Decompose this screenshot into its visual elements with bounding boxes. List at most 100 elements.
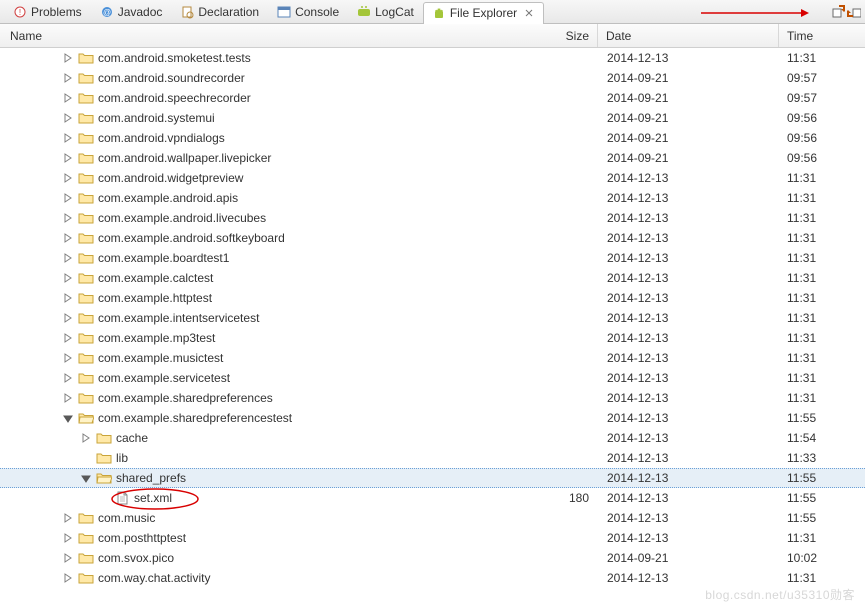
tab-console[interactable]: Console bbox=[268, 1, 348, 23]
tree-folder-row[interactable]: lib2014-12-1311:33 bbox=[0, 448, 865, 468]
declaration-icon bbox=[180, 5, 194, 19]
folder-icon bbox=[78, 311, 94, 325]
twisty-closed-icon[interactable] bbox=[62, 332, 74, 344]
twisty-closed-icon[interactable] bbox=[62, 512, 74, 524]
folder-icon bbox=[78, 71, 94, 85]
twisty-closed-icon[interactable] bbox=[62, 352, 74, 364]
pull-file-icon[interactable] bbox=[831, 5, 845, 19]
tree-folder-row[interactable]: cache2014-12-1311:54 bbox=[0, 428, 865, 448]
tab-problems[interactable]: !Problems bbox=[4, 1, 91, 23]
tree-folder-row[interactable]: com.example.mp3test2014-12-1311:31 bbox=[0, 328, 865, 348]
item-time: 11:31 bbox=[779, 351, 865, 365]
console-icon bbox=[277, 5, 291, 19]
item-name: com.example.mp3test bbox=[98, 331, 215, 345]
folder-icon bbox=[78, 131, 94, 145]
twisty-closed-icon[interactable] bbox=[62, 92, 74, 104]
item-name: com.example.sharedpreferencestest bbox=[98, 411, 292, 425]
twisty-closed-icon[interactable] bbox=[62, 212, 74, 224]
twisty-closed-icon[interactable] bbox=[62, 52, 74, 64]
item-date: 2014-12-13 bbox=[599, 331, 779, 345]
twisty-closed-icon[interactable] bbox=[62, 232, 74, 244]
tree-folder-row[interactable]: com.android.soundrecorder2014-09-2109:57 bbox=[0, 68, 865, 88]
twisty-closed-icon[interactable] bbox=[62, 572, 74, 584]
twisty-open-icon[interactable] bbox=[80, 472, 92, 484]
twisty-closed-icon[interactable] bbox=[62, 532, 74, 544]
twisty-closed-icon[interactable] bbox=[62, 392, 74, 404]
tree-folder-row[interactable]: com.example.android.softkeyboard2014-12-… bbox=[0, 228, 865, 248]
item-name: com.example.android.apis bbox=[98, 191, 238, 205]
item-time: 09:57 bbox=[779, 91, 865, 105]
tab-declaration[interactable]: Declaration bbox=[171, 1, 268, 23]
twisty-closed-icon[interactable] bbox=[62, 272, 74, 284]
twisty-closed-icon[interactable] bbox=[62, 72, 74, 84]
twisty-closed-icon[interactable] bbox=[62, 172, 74, 184]
tree-folder-row[interactable]: com.android.smoketest.tests2014-12-1311:… bbox=[0, 48, 865, 68]
twisty-closed-icon[interactable] bbox=[62, 132, 74, 144]
item-name: com.example.intentservicetest bbox=[98, 311, 259, 325]
twisty-closed-icon[interactable] bbox=[62, 152, 74, 164]
item-time: 11:31 bbox=[779, 251, 865, 265]
tree-folder-row[interactable]: com.example.android.livecubes2014-12-131… bbox=[0, 208, 865, 228]
twisty-closed-icon[interactable] bbox=[62, 312, 74, 324]
tree-folder-row[interactable]: com.example.musictest2014-12-1311:31 bbox=[0, 348, 865, 368]
tab-javadoc[interactable]: @Javadoc bbox=[91, 1, 172, 23]
item-name: com.example.android.softkeyboard bbox=[98, 231, 285, 245]
item-time: 11:31 bbox=[779, 391, 865, 405]
tree-folder-row[interactable]: com.example.android.apis2014-12-1311:31 bbox=[0, 188, 865, 208]
folder-icon bbox=[78, 231, 94, 245]
item-time: 11:31 bbox=[779, 51, 865, 65]
twisty-closed-icon[interactable] bbox=[62, 112, 74, 124]
problems-icon: ! bbox=[13, 5, 27, 19]
tree-folder-row[interactable]: shared_prefs2014-12-1311:55 bbox=[0, 468, 865, 488]
folder-icon bbox=[78, 91, 94, 105]
item-name: com.android.speechrecorder bbox=[98, 91, 251, 105]
folder-icon bbox=[78, 391, 94, 405]
col-time[interactable]: Time bbox=[779, 29, 865, 43]
twisty-closed-icon[interactable] bbox=[62, 552, 74, 564]
tree-folder-row[interactable]: com.example.httptest2014-12-1311:31 bbox=[0, 288, 865, 308]
tree-folder-row[interactable]: com.example.intentservicetest2014-12-131… bbox=[0, 308, 865, 328]
twisty-closed-icon[interactable] bbox=[62, 252, 74, 264]
column-header[interactable]: Name Size Date Time bbox=[0, 24, 865, 48]
item-date: 2014-12-13 bbox=[599, 291, 779, 305]
tree-folder-row[interactable]: com.way.chat.activity2014-12-1311:31 bbox=[0, 568, 865, 588]
tab-file-explorer[interactable]: File Explorer bbox=[423, 2, 544, 24]
twisty-closed-icon[interactable] bbox=[62, 372, 74, 384]
item-date: 2014-12-13 bbox=[599, 571, 779, 585]
tree-folder-row[interactable]: com.example.sharedpreferencestest2014-12… bbox=[0, 408, 865, 428]
tree-folder-row[interactable]: com.example.sharedpreferences2014-12-131… bbox=[0, 388, 865, 408]
folder-icon bbox=[78, 211, 94, 225]
tree-folder-row[interactable]: com.android.wallpaper.livepicker2014-09-… bbox=[0, 148, 865, 168]
tree-folder-row[interactable]: com.android.vpndialogs2014-09-2109:56 bbox=[0, 128, 865, 148]
push-file-icon[interactable] bbox=[847, 5, 861, 19]
tree-folder-row[interactable]: com.android.systemui2014-09-2109:56 bbox=[0, 108, 865, 128]
item-time: 11:31 bbox=[779, 171, 865, 185]
item-date: 2014-12-13 bbox=[599, 471, 779, 485]
twisty-closed-icon[interactable] bbox=[62, 292, 74, 304]
item-time: 11:31 bbox=[779, 231, 865, 245]
col-size[interactable]: Size bbox=[545, 29, 597, 43]
tree-folder-row[interactable]: com.music2014-12-1311:55 bbox=[0, 508, 865, 528]
tree-file-row[interactable]: set.xml1802014-12-1311:55 bbox=[0, 488, 865, 508]
tab-label: File Explorer bbox=[450, 6, 517, 20]
tree-folder-row[interactable]: com.android.speechrecorder2014-09-2109:5… bbox=[0, 88, 865, 108]
tree-folder-row[interactable]: com.android.widgetpreview2014-12-1311:31 bbox=[0, 168, 865, 188]
tree-folder-row[interactable]: com.example.boardtest12014-12-1311:31 bbox=[0, 248, 865, 268]
tree-folder-row[interactable]: com.svox.pico2014-09-2110:02 bbox=[0, 548, 865, 568]
twisty-closed-icon[interactable] bbox=[80, 432, 92, 444]
tree-folder-row[interactable]: com.posthttptest2014-12-1311:31 bbox=[0, 528, 865, 548]
folder-icon bbox=[78, 151, 94, 165]
item-name: com.music bbox=[98, 511, 155, 525]
twisty-closed-icon[interactable] bbox=[62, 192, 74, 204]
tree-folder-row[interactable]: com.example.calctest2014-12-1311:31 bbox=[0, 268, 865, 288]
item-date: 2014-09-21 bbox=[599, 551, 779, 565]
twisty-open-icon[interactable] bbox=[62, 412, 74, 424]
close-icon[interactable] bbox=[523, 7, 535, 19]
tab-logcat[interactable]: LogCat bbox=[348, 1, 423, 23]
file-tree[interactable]: com.android.smoketest.tests2014-12-1311:… bbox=[0, 48, 865, 605]
col-date[interactable]: Date bbox=[598, 29, 778, 43]
tree-folder-row[interactable]: com.example.servicetest2014-12-1311:31 bbox=[0, 368, 865, 388]
col-name[interactable]: Name bbox=[0, 29, 545, 43]
item-time: 11:31 bbox=[779, 311, 865, 325]
item-name: com.android.smoketest.tests bbox=[98, 51, 251, 65]
